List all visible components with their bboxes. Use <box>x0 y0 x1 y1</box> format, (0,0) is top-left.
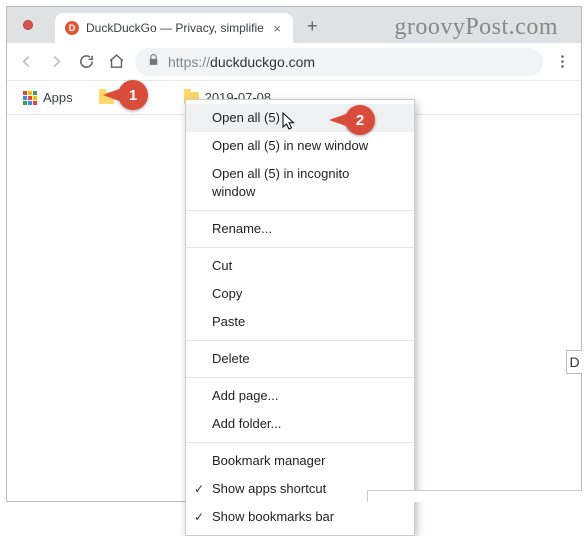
annotation-callout-2: 2 <box>345 105 375 135</box>
menu-add-folder[interactable]: Add folder... <box>186 410 414 438</box>
menu-copy[interactable]: Copy <box>186 280 414 308</box>
tab-title: DuckDuckGo — Privacy, simplifie <box>86 21 271 35</box>
reload-button[interactable] <box>75 51 97 73</box>
menu-open-all-incognito[interactable]: Open all (5) in incognito window <box>186 160 414 206</box>
bottom-fragment <box>367 490 582 502</box>
menu-button[interactable] <box>551 51 573 73</box>
url-text: https://duckduckgo.com <box>168 54 315 70</box>
menu-cut[interactable]: Cut <box>186 252 414 280</box>
context-menu: Open all (5) Open all (5) in new window … <box>185 99 415 536</box>
new-tab-button[interactable]: + <box>307 16 318 37</box>
mouse-cursor-icon <box>282 112 298 132</box>
menu-delete[interactable]: Delete <box>186 345 414 373</box>
toolbar: https://duckduckgo.com <box>7 43 581 81</box>
back-button[interactable] <box>15 51 37 73</box>
apps-icon <box>23 91 37 105</box>
menu-open-all[interactable]: Open all (5) <box>186 104 414 132</box>
lock-icon <box>147 53 160 70</box>
tab-close-icon[interactable]: × <box>271 21 283 36</box>
apps-label: Apps <box>43 90 73 105</box>
watermark-text: groovyPost.com <box>394 14 558 41</box>
window-close-dot[interactable] <box>23 20 33 30</box>
duckduckgo-favicon: D <box>65 21 79 35</box>
annotation-callout-1: 1 <box>118 80 148 110</box>
menu-rename[interactable]: Rename... <box>186 215 414 243</box>
browser-tab[interactable]: D DuckDuckGo — Privacy, simplifie × <box>55 13 293 43</box>
menu-open-all-new-window[interactable]: Open all (5) in new window <box>186 132 414 160</box>
menu-add-page[interactable]: Add page... <box>186 382 414 410</box>
side-fragment: D <box>566 350 582 374</box>
menu-paste[interactable]: Paste <box>186 308 414 336</box>
address-bar[interactable]: https://duckduckgo.com <box>135 48 543 76</box>
menu-show-bookmarks-bar[interactable]: Show bookmarks bar <box>186 503 414 531</box>
menu-bookmark-manager[interactable]: Bookmark manager <box>186 447 414 475</box>
apps-shortcut[interactable]: Apps <box>17 87 79 108</box>
forward-button[interactable] <box>45 51 67 73</box>
home-button[interactable] <box>105 51 127 73</box>
